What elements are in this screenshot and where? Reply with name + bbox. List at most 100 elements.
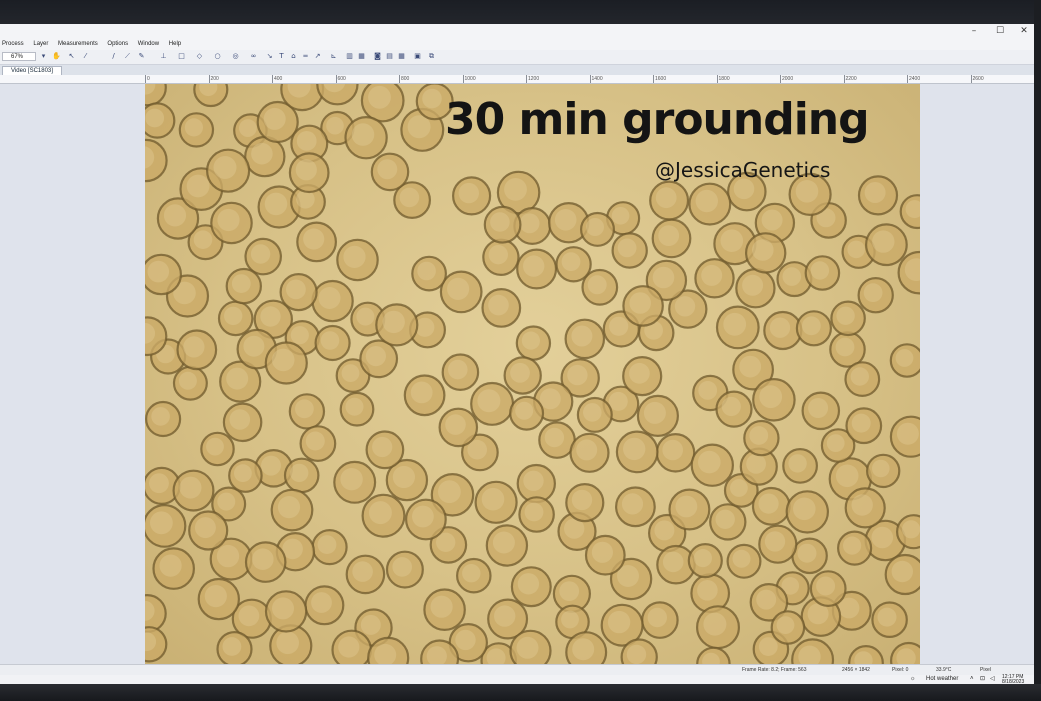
blood-cell-highlight (701, 264, 723, 286)
blood-cell-highlight (159, 554, 182, 577)
document-tab-row: Video [SC1803] (0, 65, 1034, 76)
overlay-handle: @JessicaGenetics (655, 158, 831, 182)
blood-cell-highlight (296, 131, 317, 151)
blood-cell-highlight (607, 610, 631, 634)
measure-icon[interactable]: ⊾ (330, 53, 337, 60)
polyline-icon[interactable]: ⟋ (124, 53, 131, 60)
ruler-tick: 1200 (526, 75, 540, 83)
blood-cell-highlight (458, 182, 479, 204)
blood-cell-highlight (295, 399, 314, 419)
arrow-icon[interactable]: ↗ (314, 53, 321, 60)
menu-options[interactable]: Options (107, 38, 128, 50)
blood-cell-highlight (572, 638, 595, 661)
blood-cell-highlight (271, 348, 295, 372)
blood-cell-highlight (320, 331, 340, 350)
horizontal-ruler: 0 200 400 600 800 1000 1200 1400 1600 1800 2000 220… (0, 75, 1034, 84)
zoom-select[interactable]: 67% (2, 52, 36, 61)
blood-cell-highlight (243, 335, 265, 357)
menu-process[interactable]: Process (2, 38, 24, 50)
blood-cell-highlight (662, 551, 684, 573)
close-button[interactable]: ✕ (1012, 24, 1034, 38)
filter-icon[interactable]: ▤ (386, 53, 393, 60)
blood-cell-highlight (576, 439, 598, 461)
blood-cell-highlight (739, 355, 762, 378)
blood-cell-highlight (742, 274, 764, 296)
ruler-tick: 800 (399, 75, 410, 83)
blood-cell-highlight (276, 631, 299, 655)
stamp-icon[interactable]: ⌂ (290, 53, 297, 60)
histogram-icon[interactable]: ▥ (346, 53, 353, 60)
layers-icon[interactable]: ⧉ (428, 53, 435, 60)
blood-cell-highlight (410, 381, 433, 404)
blood-cell-highlight (891, 560, 913, 583)
menu-help[interactable]: Help (169, 38, 181, 50)
blood-cell-highlight (695, 189, 718, 213)
blood-cell-highlight (504, 178, 527, 201)
line-icon[interactable]: / (110, 53, 117, 60)
blood-cell-highlight (851, 494, 873, 516)
rectangle-icon[interactable]: □ (178, 53, 185, 60)
blood-cell-highlight (351, 123, 375, 146)
link-icon[interactable]: ∞ (250, 53, 257, 60)
blood-cell-highlight (217, 208, 240, 232)
polygon-icon[interactable]: ◇ (196, 53, 203, 60)
volume-icon[interactable]: ◁ (990, 675, 995, 684)
arc-icon[interactable]: ↘ (266, 53, 273, 60)
maximize-button[interactable]: ☐ (988, 24, 1012, 38)
blood-cell-highlight (204, 585, 227, 608)
blood-cell-highlight (510, 362, 530, 383)
blood-cell-highlight (290, 326, 309, 345)
blood-cell-highlight (544, 427, 565, 448)
blood-cell-highlight (462, 564, 481, 583)
blood-cell-highlight (264, 192, 288, 216)
blood-cell-highlight (626, 644, 647, 664)
blood-cell-highlight (206, 437, 224, 456)
pan-icon[interactable]: ✋ (52, 53, 61, 60)
magic-wand-icon[interactable]: ⁄ (82, 53, 89, 60)
weather-icon[interactable]: ☼ (910, 675, 916, 684)
blood-cell-highlight (213, 156, 237, 179)
zoom-dropdown-icon[interactable]: ▾ (40, 53, 47, 60)
blood-cell-highlight (488, 245, 508, 265)
blood-cell-highlight (698, 381, 718, 400)
blood-cell-highlight (311, 592, 332, 613)
ruler-tick: 1600 (653, 75, 667, 83)
freehand-icon[interactable]: ✎ (138, 53, 145, 60)
blood-cell-highlight (341, 364, 360, 382)
text-icon[interactable]: T (278, 53, 285, 60)
save-icon[interactable]: ▣ (414, 53, 421, 60)
blood-cell-highlight (788, 454, 807, 473)
blood-cell-highlight (343, 245, 366, 268)
weather-label[interactable]: Hot weather (926, 675, 958, 684)
ruler-icon[interactable]: ═ (302, 53, 309, 60)
clock[interactable]: 12:17 PM 8/18/2023 (1002, 675, 1024, 684)
blood-cell-highlight (326, 116, 344, 135)
blood-cell-highlight (810, 261, 830, 280)
blood-cell-highlight (492, 531, 515, 554)
ruler-tick: 200 (208, 75, 219, 83)
table-icon[interactable]: ▦ (398, 53, 405, 60)
toolbar: 67% ▾ ✋ ↖ ⁄ / ⟋ ✎ ⊥ □ ◇ ○ ◎ ∞ ↘ T ⌂ ═ ↗ … (0, 50, 1034, 65)
grid-icon[interactable]: ▦ (358, 53, 365, 60)
taskbar: ☼ Hot weather ˄ ⊡ ◁ 12:17 PM 8/18/2023 (0, 675, 1034, 684)
blood-cell-highlight (746, 454, 766, 474)
network-icon[interactable]: ⊡ (980, 675, 985, 684)
menu-window[interactable]: Window (138, 38, 159, 50)
blood-cell-highlight (303, 228, 325, 250)
blood-cell-highlight (163, 204, 187, 227)
ellipse-icon[interactable]: ○ (214, 53, 221, 60)
tray-arrow-icon[interactable]: ˄ (970, 675, 974, 684)
blood-cell-highlight (826, 434, 845, 452)
blood-cell-highlight (286, 279, 306, 300)
camera-icon[interactable]: ◙ (374, 53, 381, 60)
micrograph-image[interactable]: 30 min grounding @JessicaGenetics (145, 84, 920, 664)
blood-cell-highlight (194, 517, 216, 539)
blood-cell-highlight (250, 244, 271, 264)
perpendicular-icon[interactable]: ⊥ (160, 53, 167, 60)
blood-cell-highlight (234, 464, 252, 483)
cursor-icon[interactable]: ↖ (68, 53, 75, 60)
minimize-button[interactable]: – (962, 24, 986, 38)
target-icon[interactable]: ◎ (232, 53, 239, 60)
menu-measurements[interactable]: Measurements (58, 38, 98, 50)
menu-layer[interactable]: Layer (33, 38, 48, 50)
